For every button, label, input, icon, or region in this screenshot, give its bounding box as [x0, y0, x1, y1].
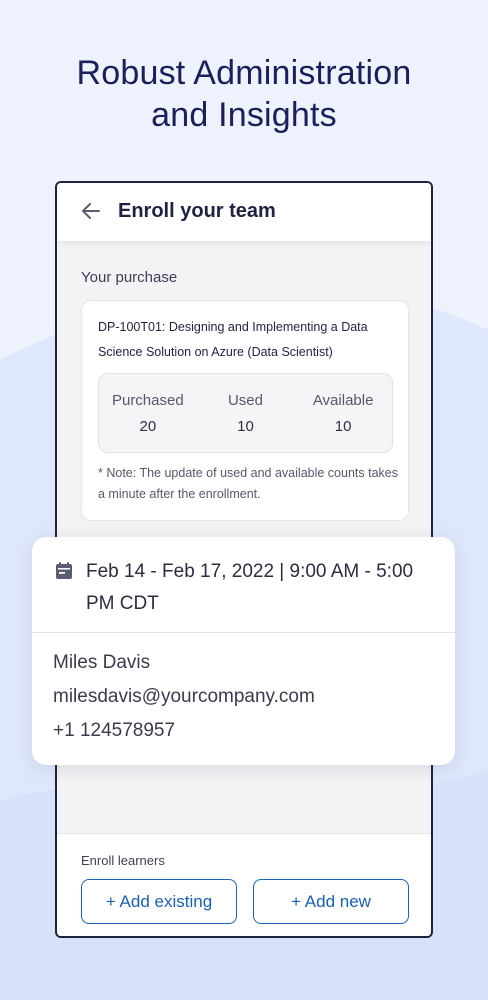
stat-value: 10 [237, 417, 254, 435]
enroll-learners-label: Enroll learners [81, 853, 165, 868]
stat-label: Available [312, 391, 374, 409]
headline-line-1: Robust Administration [76, 54, 412, 92]
divider [32, 632, 455, 633]
marketing-headline: Robust Administration and Insights [0, 52, 488, 136]
purchase-card: DP-100T01: Designing and Implementing a … [81, 300, 409, 521]
stat-value: 10 [334, 417, 352, 435]
app-header: Enroll your team [57, 183, 431, 241]
page-title: Enroll your team [118, 200, 276, 222]
license-stats: Purchased 20 Used 10 Available 10 [98, 373, 393, 453]
add-new-button[interactable]: + Add new [253, 879, 409, 924]
event-date-time: Feb 14 - Feb 17, 2022 | 9:00 AM - 5:00 P… [86, 561, 414, 614]
stat-label: Used [227, 391, 263, 409]
attendee-name: Miles Davis [53, 652, 151, 673]
stat-purchased: Purchased 20 [100, 392, 195, 435]
calendar-icon [56, 562, 72, 579]
purchase-section-label: Your purchase [81, 269, 178, 286]
course-title: DP-100T01: Designing and Implementing a … [98, 320, 368, 359]
stat-available: Available 10 [296, 392, 391, 435]
enroll-bottom-bar: Enroll learners + Add existing + Add new [57, 833, 431, 936]
event-card[interactable]: Feb 14 - Feb 17, 2022 | 9:00 AM - 5:00 P… [32, 537, 455, 765]
update-note: * Note: The update of used and available… [98, 466, 398, 501]
arrow-left-icon[interactable] [81, 201, 101, 221]
add-existing-button[interactable]: + Add existing [81, 879, 237, 924]
stat-used: Used 10 [198, 392, 293, 435]
stat-label: Purchased [111, 391, 184, 409]
attendee-phone: +1 124578957 [53, 720, 176, 741]
stat-value: 20 [139, 417, 157, 435]
attendee-email: milesdavis@yourcompany.com [53, 686, 315, 707]
headline-line-2: and Insights [151, 96, 337, 134]
